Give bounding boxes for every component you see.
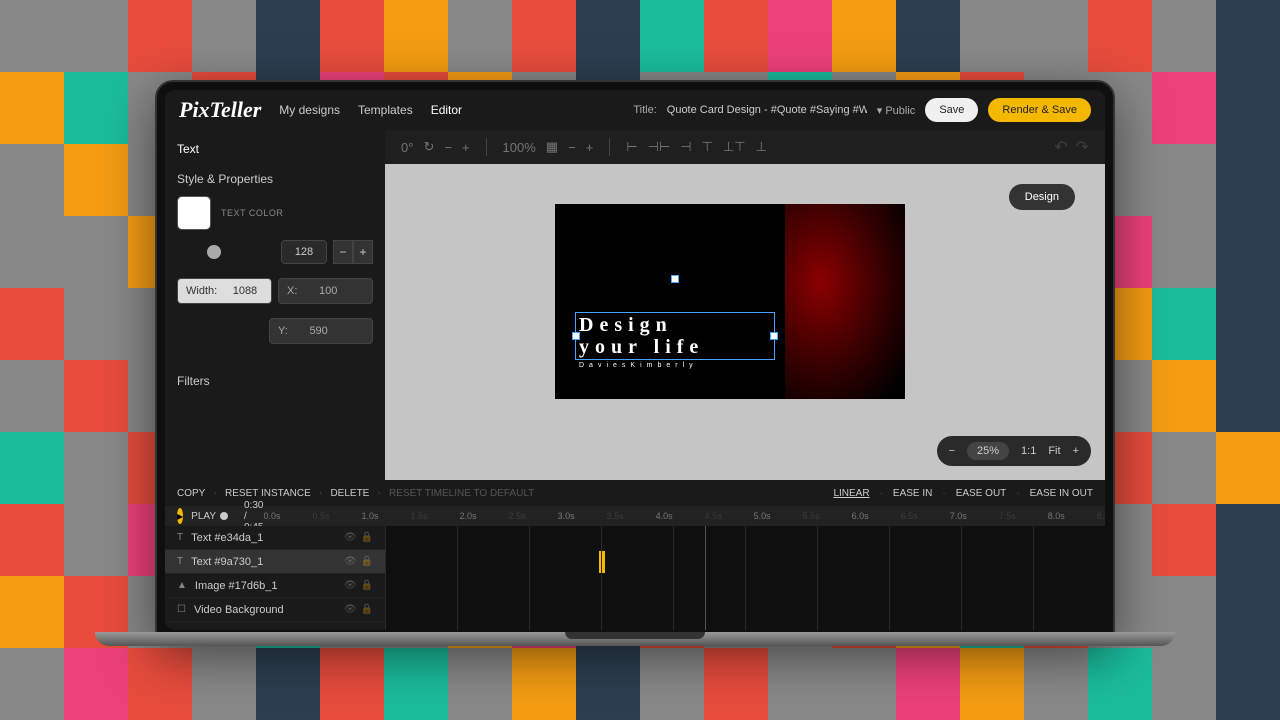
zoom-percent[interactable]: 25% <box>967 442 1009 460</box>
layer-row[interactable]: ☐Video Background👁🔒 <box>165 598 385 622</box>
canvas-toolbar: 0° ↻ − + 100% ▦ − + ⊢ ⊣⊢ ⊣ ⊤ ⊥⊤ ⊥ ↶ ↷ <box>385 130 1105 164</box>
zoom-minus-icon[interactable]: − <box>568 140 576 155</box>
tl-copy[interactable]: COPY <box>177 488 205 499</box>
align-center-icon[interactable]: ⊣⊢ <box>648 139 671 155</box>
keyframe[interactable] <box>599 551 605 573</box>
laptop-frame: PixTeller My designs Templates Editor Ti… <box>155 80 1115 640</box>
nav-my-designs[interactable]: My designs <box>279 103 340 117</box>
app-screen: PixTeller My designs Templates Editor Ti… <box>165 90 1105 630</box>
title-input[interactable] <box>667 104 867 116</box>
size-decrease-button[interactable]: − <box>333 240 353 264</box>
align-top-icon[interactable]: ⊤ <box>702 139 713 155</box>
canvas-viewport[interactable]: Design Design your life DaviesKimberly −… <box>385 164 1105 480</box>
ease-in-out[interactable]: EASE IN OUT <box>1030 488 1093 499</box>
ease-out[interactable]: EASE OUT <box>956 488 1007 499</box>
width-field[interactable]: Width: <box>177 278 272 304</box>
pixteller-logo[interactable]: PixTeller <box>179 97 261 123</box>
sidebar-style-heading: Style & Properties <box>177 172 373 186</box>
zoom-plus-icon[interactable]: + <box>586 140 594 155</box>
tl-delete[interactable]: DELETE <box>330 488 369 499</box>
artboard[interactable]: Design your life DaviesKimberly <box>555 204 905 399</box>
transparency-icon[interactable]: ▦ <box>546 139 558 155</box>
redo-icon[interactable]: ↷ <box>1076 137 1089 157</box>
rotate-minus-icon[interactable]: − <box>444 140 452 155</box>
ease-linear[interactable]: LINEAR <box>833 488 869 499</box>
top-bar: PixTeller My designs Templates Editor Ti… <box>165 90 1105 130</box>
undo-icon[interactable]: ↶ <box>1054 137 1067 157</box>
tl-reset-instance[interactable]: RESET INSTANCE <box>225 488 311 499</box>
laptop-base <box>95 632 1175 646</box>
rotate-icon[interactable]: ↻ <box>423 139 434 155</box>
timeline-panel: COPY· RESET INSTANCE· DELETE· RESET TIME… <box>165 480 1105 630</box>
zoom-ratio[interactable]: 1:1 <box>1021 445 1036 457</box>
layer-row[interactable]: ▲Image #17d6b_1👁🔒 <box>165 574 385 598</box>
align-middle-icon[interactable]: ⊥⊤ <box>723 139 746 155</box>
layer-list: TText #e34da_1👁🔒TText #9a730_1👁🔒▲Image #… <box>165 526 385 630</box>
title-label: Title: <box>633 104 656 116</box>
layer-row[interactable]: TText #e34da_1👁🔒 <box>165 526 385 550</box>
zoom-out-icon[interactable]: − <box>949 445 955 457</box>
play-label: PLAY <box>191 511 216 522</box>
rotate-handle[interactable] <box>671 275 679 283</box>
sidebar-text-link[interactable]: Text <box>177 142 373 156</box>
size-increase-button[interactable]: + <box>353 240 373 264</box>
render-save-button[interactable]: Render & Save <box>988 98 1091 122</box>
align-left-icon[interactable]: ⊢ <box>626 139 637 155</box>
nav-editor[interactable]: Editor <box>431 103 462 117</box>
sidebar: Text Style & Properties TEXT COLOR − + W… <box>165 130 385 480</box>
font-size-input[interactable] <box>281 240 327 264</box>
align-bottom-icon[interactable]: ⊥ <box>756 139 767 155</box>
zoom-in-icon[interactable]: + <box>1073 445 1079 457</box>
face-image <box>785 204 905 399</box>
ease-in[interactable]: EASE IN <box>893 488 932 499</box>
text-color-label: TEXT COLOR <box>221 208 283 218</box>
canvas-area: 0° ↻ − + 100% ▦ − + ⊢ ⊣⊢ ⊣ ⊤ ⊥⊤ ⊥ ↶ ↷ De… <box>385 130 1105 480</box>
size-slider[interactable] <box>207 245 221 259</box>
main-area: Text Style & Properties TEXT COLOR − + W… <box>165 130 1105 480</box>
zoom-value[interactable]: 100% <box>503 140 536 155</box>
rotation-value[interactable]: 0° <box>401 140 413 155</box>
selection-box[interactable] <box>575 312 775 360</box>
text-color-swatch[interactable] <box>177 196 211 230</box>
save-button[interactable]: Save <box>925 98 978 122</box>
y-field[interactable]: Y: <box>269 318 373 344</box>
x-field[interactable]: X: <box>278 278 373 304</box>
nav-templates[interactable]: Templates <box>358 103 413 117</box>
resize-handle-left[interactable] <box>572 332 580 340</box>
canvas-text-line3[interactable]: DaviesKimberly <box>579 362 698 369</box>
visibility-toggle[interactable]: ▾ Public <box>877 104 916 117</box>
time-ticks: 0.0s0.5s1.0s1.5s2.0s2.5s3.0s3.5s4.0s4.5s… <box>263 511 1105 521</box>
play-button[interactable]: ▶ <box>177 508 183 524</box>
track-area[interactable] <box>385 526 1105 630</box>
tl-reset-default[interactable]: RESET TIMELINE TO DEFAULT <box>389 488 534 499</box>
layer-row[interactable]: TText #9a730_1👁🔒 <box>165 550 385 574</box>
zoom-fit[interactable]: Fit <box>1048 445 1060 457</box>
align-right-icon[interactable]: ⊣ <box>680 139 691 155</box>
sidebar-filters-heading[interactable]: Filters <box>177 374 373 388</box>
zoom-control: − 25% 1:1 Fit + <box>937 436 1091 466</box>
resize-handle-right[interactable] <box>770 332 778 340</box>
rotate-plus-icon[interactable]: + <box>462 140 470 155</box>
design-label-pill[interactable]: Design <box>1009 184 1075 210</box>
